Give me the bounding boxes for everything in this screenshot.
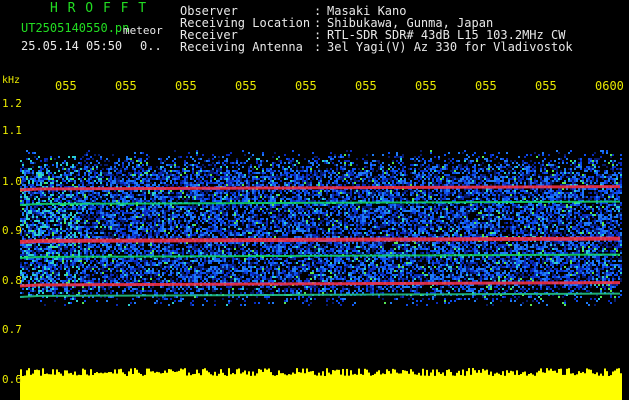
y-tick-label: 1.0 — [2, 175, 22, 188]
y-axis-unit: kHz — [2, 75, 21, 86]
y-tick-label: 0.8 — [2, 274, 22, 287]
file-name-suffix: meteor — [123, 24, 163, 37]
y-tick-label: 0.6 — [2, 373, 22, 386]
x-tick-label: 055 — [175, 79, 197, 93]
antenna-sep: : — [314, 40, 322, 54]
antenna-label: Receiving Antenna — [180, 40, 303, 54]
x-tick-label: 055 — [415, 79, 437, 93]
meteor-echo-band — [20, 378, 622, 400]
x-tick-label: 055 — [115, 79, 137, 93]
y-tick-label: 1.2 — [2, 97, 22, 110]
date-time: 25.05.14 05:50 — [21, 39, 123, 53]
x-tick-label: 0600 — [595, 79, 624, 93]
y-tick-label: 0.9 — [2, 224, 22, 237]
y-tick-label: 1.1 — [2, 124, 22, 137]
y-tick-label: 0.7 — [2, 323, 22, 336]
date-time-suffix: 0.. — [140, 39, 162, 53]
x-tick-label: 055 — [475, 79, 497, 93]
program-name: H R O F F T — [50, 1, 148, 16]
x-tick-label: 055 — [295, 79, 317, 93]
x-tick-label: 055 — [55, 79, 77, 93]
spectrogram — [17, 99, 622, 400]
antenna-value: 3el Yagi(V) Az 330 for Vladivostok — [327, 40, 573, 54]
x-tick-label: 055 — [355, 79, 377, 93]
file-name: UT2505140550.pn — [21, 21, 130, 35]
x-tick-label: 055 — [235, 79, 257, 93]
echo-spikes — [20, 368, 622, 378]
x-tick-label: 055 — [535, 79, 557, 93]
